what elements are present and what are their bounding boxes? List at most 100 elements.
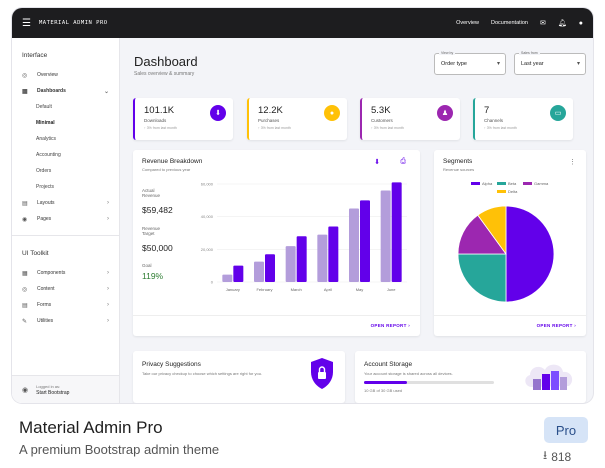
open-report-link[interactable]: OPEN REPORT › (371, 323, 410, 328)
sidebar-item-label: Forms (37, 302, 52, 308)
storage-title: Account Storage (364, 361, 413, 368)
forms-icon: ▤ (22, 302, 28, 309)
more-vert-icon[interactable]: ⋮ (569, 158, 576, 166)
sidebar-item-label: Dashboards (37, 88, 66, 94)
sidebar-subitem-analytics[interactable]: Analytics (12, 131, 119, 147)
cart-icon: ● (324, 105, 340, 121)
segments-card: Segments Revenue sources ⋮ Alpha Beta Gamm… (434, 150, 586, 336)
sidebar-heading-ui-toolkit: UI Toolkit (22, 250, 49, 257)
topbar: ☰ MATERIAL ADMIN PRO Overview Documentat… (12, 8, 593, 38)
bar-february-s2 (265, 254, 275, 282)
sidebar-item-layouts[interactable]: ▤ Layouts › (12, 195, 119, 211)
nav-link-overview[interactable]: Overview (456, 20, 479, 26)
sidebar-subitem-accounting[interactable]: Accounting (12, 147, 119, 163)
user-circle-icon: ◉ (22, 386, 29, 394)
pie-slice-beta (457, 253, 507, 303)
stat-card-channels[interactable]: 7 Channels ↑ 3% from last month ▭ (473, 98, 573, 140)
download-count: ⭳ 818 (543, 446, 571, 467)
select-value: Order type (441, 61, 467, 67)
sidebar-subitem-default[interactable]: Default (12, 99, 119, 115)
card-footer-divider (434, 315, 586, 316)
sales-from-select[interactable]: Sales from Last year ▾ (514, 51, 586, 75)
bar-march-s1 (285, 246, 296, 282)
sidebar-item-label: Utilities (37, 318, 54, 324)
privacy-suggestions-card[interactable]: Privacy Suggestions Take our privacy che… (133, 351, 345, 403)
shield-lock-icon (311, 358, 333, 389)
bell-icon[interactable]: 🔔︎ (558, 19, 567, 27)
stat-card-purchases[interactable]: 12.2K Purchases ↑ 3% from last month ● (247, 98, 347, 140)
sidebar-item-pages[interactable]: ◉ Pages › (12, 211, 119, 227)
bar-may-s1 (349, 208, 359, 282)
brand[interactable]: MATERIAL ADMIN PRO (39, 20, 108, 26)
y-tick-label: 40,000 (201, 214, 214, 219)
sidebar-subitem-projects[interactable]: Projects (12, 179, 119, 195)
segments-title: Segments (443, 158, 473, 165)
menu-icon[interactable]: ☰ (22, 18, 31, 29)
download-icon[interactable]: ⬇ (374, 158, 380, 166)
card-footer-divider (133, 315, 420, 316)
chevron-down-icon: ⌄ (103, 88, 109, 95)
sidebar-item-utilities[interactable]: ✎ Utilities › (12, 313, 119, 329)
logged-in-label: Logged in as: (36, 383, 61, 389)
privacy-title: Privacy Suggestions (142, 361, 201, 368)
revenue-breakdown-card: Revenue Breakdown Compared to previous y… (133, 150, 420, 336)
nav-link-documentation[interactable]: Documentation (491, 20, 528, 26)
sidebar: Interface ◎ Overview ▦ Dashboards ⌄ Defa… (12, 38, 120, 403)
sidebar-heading-interface: Interface (22, 52, 48, 59)
y-tick-label: 20,000 (201, 247, 214, 252)
sidebar-item-forms[interactable]: ▤ Forms › (12, 297, 119, 313)
bar-january-s1 (222, 274, 233, 282)
x-tick-label: May (356, 287, 364, 292)
actual-revenue-label: Actual Revenue (142, 188, 161, 198)
cloud-storage-illustration (525, 364, 573, 390)
grid-icon: ▦ (22, 88, 28, 95)
content-icon: ◎ (22, 286, 28, 293)
print-icon[interactable]: ⎙ (400, 158, 406, 166)
sidebar-footer-text: Logged in as: Start Bootstrap (36, 384, 69, 396)
main-content: Dashboard Sales overview & summary View … (120, 38, 593, 403)
select-label: View by (439, 51, 456, 55)
bar-may-s2 (360, 200, 370, 282)
sidebar-item-components[interactable]: ▦ Components › (12, 265, 119, 281)
chevron-right-icon: › (107, 302, 109, 308)
sidebar-item-label: Layouts (37, 200, 55, 206)
screenshot-card[interactable]: ☰ MATERIAL ADMIN PRO Overview Documentat… (12, 8, 593, 403)
stat-card-downloads[interactable]: 101.1K Downloads ↑ 3% from last month ⬇ (133, 98, 233, 140)
stat-delta: ↑ 3% from last month (144, 126, 177, 130)
stat-card-customers[interactable]: 5.3K Customers ↑ 3% from last month ♟ (360, 98, 460, 140)
sidebar-item-overview[interactable]: ◎ Overview (12, 67, 119, 83)
sidebar-item-content[interactable]: ◎ Content › (12, 281, 119, 297)
sidebar-subitem-orders[interactable]: Orders (12, 163, 119, 179)
sidebar-item-dashboards[interactable]: ▦ Dashboards ⌄ (12, 83, 119, 99)
segments-pie-chart: Alpha Beta Gamma Delta (457, 181, 555, 303)
sidebar-subitem-minimal[interactable]: Minimal (12, 115, 119, 131)
pages-icon: ◉ (22, 216, 28, 223)
chevron-right-icon: › (107, 216, 109, 222)
revenue-target-value: $50,000 (142, 243, 173, 253)
x-tick-label: April (324, 287, 332, 292)
sidebar-item-label: Overview (37, 72, 58, 78)
user-icon[interactable]: ● (579, 20, 583, 27)
open-report-link[interactable]: OPEN REPORT › (537, 323, 576, 328)
product-title[interactable]: Material Admin Pro (19, 418, 163, 438)
bar-april-s1 (317, 234, 328, 282)
stat-delta: ↑ 3% from last month (371, 126, 404, 130)
storage-progress-track (364, 381, 494, 384)
legend-swatch (497, 190, 506, 193)
stat-label: Downloads (144, 118, 167, 123)
storage-progress-fill (364, 381, 407, 384)
legend-label: Alpha (482, 181, 493, 186)
logged-in-user: Start Bootstrap (36, 389, 70, 396)
stat-label: Purchases (258, 118, 280, 123)
bar-june-s1 (380, 190, 391, 282)
goal-value: 119% (142, 271, 164, 281)
page-title: Dashboard (134, 54, 198, 69)
pie-slice-alpha (505, 205, 555, 303)
caret-down-icon: ▾ (576, 61, 580, 67)
sidebar-item-label: Components (37, 270, 66, 276)
mail-icon[interactable]: ✉ (540, 19, 546, 27)
account-storage-card[interactable]: Account Storage Your account storage is … (355, 351, 586, 403)
chevron-right-icon: › (107, 270, 109, 276)
view-by-select[interactable]: View by Order type ▾ (434, 51, 506, 75)
sidebar-footer[interactable]: ◉ Logged in as: Start Bootstrap (12, 375, 119, 403)
